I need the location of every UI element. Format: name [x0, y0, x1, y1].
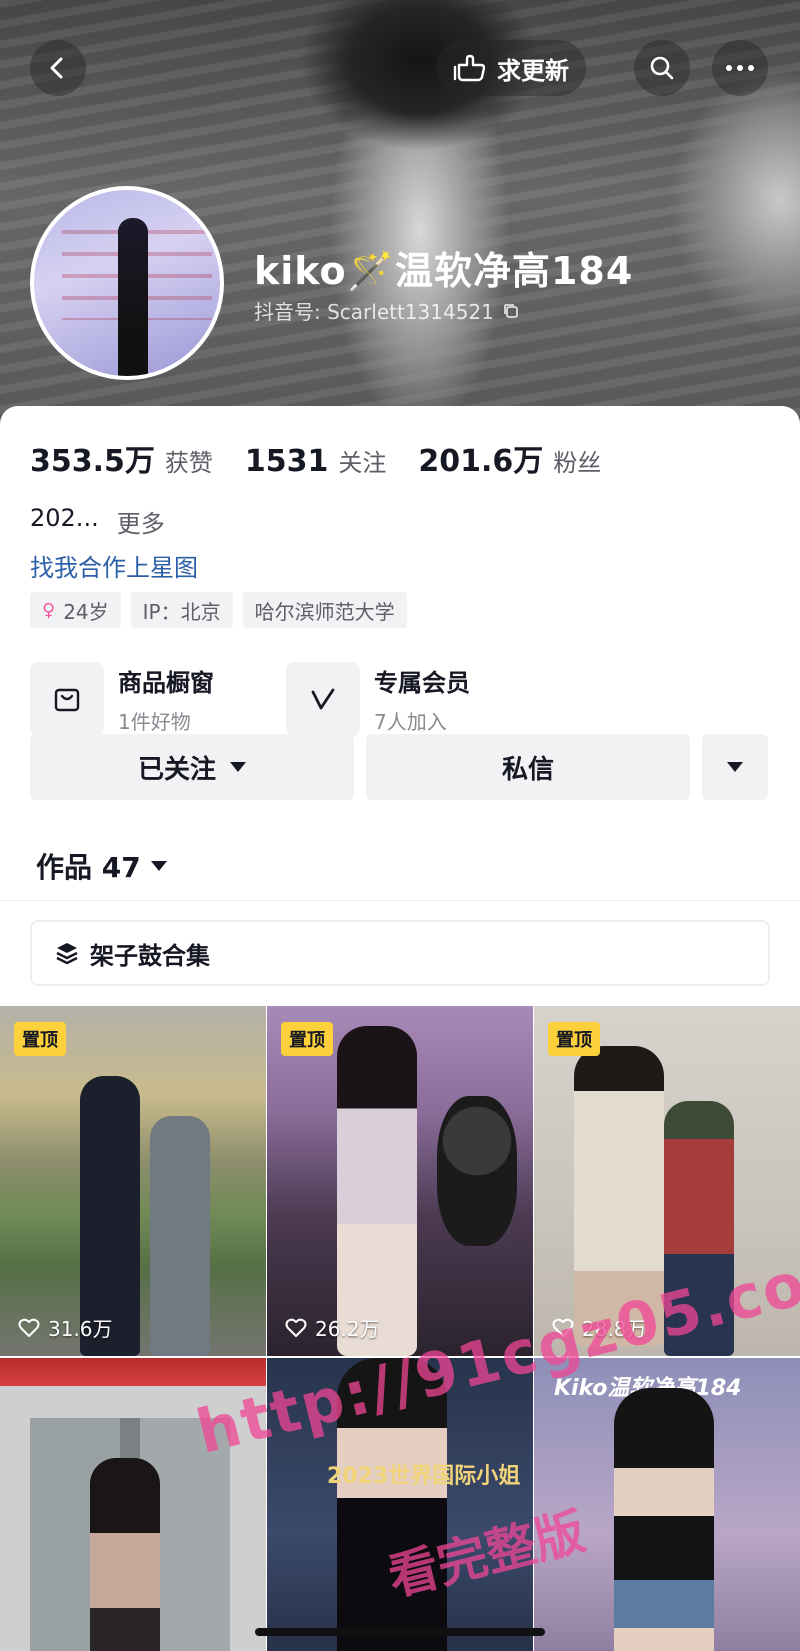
stats-row: 353.5万 获赞 1531 关注 201.6万 粉丝	[30, 436, 633, 480]
stat-followers-value: 201.6万	[418, 444, 544, 479]
search-icon	[650, 56, 674, 80]
more-icon	[726, 65, 754, 71]
thumbnail-figure	[150, 1116, 210, 1356]
works-tab[interactable]: 作品 47	[36, 846, 167, 886]
finger-point-icon	[453, 54, 486, 82]
copy-icon[interactable]	[502, 302, 520, 320]
shop-window-text: 商品橱窗 1件好物	[118, 663, 214, 735]
bio-text: 202...	[30, 504, 99, 532]
shop-window-sub: 1件好物	[118, 710, 191, 734]
back-button[interactable]	[30, 40, 86, 96]
pinned-badge: 置顶	[14, 1022, 66, 1056]
action-buttons: 已关注 私信	[30, 734, 768, 800]
collection-entry[interactable]: 架子鼓合集	[30, 920, 770, 986]
shop-window-entry[interactable]: 商品橱窗 1件好物	[30, 662, 286, 736]
avatar-figure	[118, 218, 148, 376]
caret-down-icon	[230, 762, 246, 772]
ip-tag: IP：北京	[130, 592, 233, 628]
profile-page: 求更新 kiko🪄温软净高184 抖音号: Scarlett1314521 35…	[0, 0, 800, 1651]
video-tile[interactable]: 置顶 31.6万	[0, 1006, 266, 1356]
message-label: 私信	[501, 754, 554, 785]
more-button[interactable]	[712, 40, 768, 96]
v-badge-icon	[286, 662, 360, 736]
thumbnail-caption: 2023世界国际小姐	[327, 1464, 521, 1489]
female-icon: ♀	[42, 599, 56, 621]
shop-window-title: 商品橱窗	[118, 669, 214, 697]
back-icon	[50, 57, 63, 79]
shopping-bag-icon	[30, 662, 104, 736]
profile-tags: ♀ 24岁 IP：北京 哈尔滨师范大学	[30, 592, 407, 628]
stat-likes-label: 获赞	[164, 449, 213, 477]
video-likes: 31.6万	[18, 1313, 113, 1342]
avatar[interactable]	[30, 186, 224, 380]
douyin-id[interactable]: 抖音号: Scarlett1314521	[254, 296, 520, 325]
collection-label: 架子鼓合集	[90, 941, 210, 970]
heart-icon	[285, 1318, 307, 1337]
message-button[interactable]: 私信	[366, 734, 690, 800]
thumbnail-drum	[437, 1096, 517, 1246]
age-tag: ♀ 24岁	[30, 592, 121, 628]
thumbnail-figure	[614, 1388, 714, 1651]
age-text: 24岁	[63, 599, 109, 624]
heart-icon	[18, 1318, 40, 1337]
works-label: 作品 47	[36, 851, 141, 884]
profile-card: 353.5万 获赞 1531 关注 201.6万 粉丝 202... 更多 找我…	[0, 406, 800, 1651]
school-tag[interactable]: 哈尔滨师范大学	[242, 592, 407, 628]
layers-icon	[56, 943, 78, 965]
search-button[interactable]	[634, 40, 690, 96]
caret-down-icon	[150, 861, 167, 871]
followed-label: 已关注	[137, 754, 216, 785]
stat-likes-value: 353.5万	[30, 444, 155, 479]
more-actions-button[interactable]	[702, 734, 768, 800]
video-likes-count: 26.2万	[315, 1317, 380, 1341]
thumbnail-figure	[337, 1026, 417, 1356]
request-update-button[interactable]: 求更新	[436, 40, 586, 96]
profile-name: kiko🪄温软净高184	[254, 249, 634, 293]
membership-title: 专属会员	[374, 669, 470, 697]
stat-followers[interactable]: 201.6万 粉丝	[418, 436, 601, 480]
feature-entries: 商品橱窗 1件好物 专属会员 7人加入	[30, 662, 542, 736]
pinned-badge: 置顶	[281, 1022, 333, 1056]
profile-banner: 求更新 kiko🪄温软净高184 抖音号: Scarlett1314521	[0, 0, 800, 430]
home-indicator[interactable]	[255, 1628, 545, 1636]
membership-entry[interactable]: 专属会员 7人加入	[286, 662, 542, 736]
bio-more-link[interactable]: 更多	[117, 504, 165, 539]
stat-following-label: 关注	[338, 449, 387, 477]
request-update-label: 求更新	[497, 56, 569, 85]
video-likes: 26.2万	[285, 1313, 380, 1342]
stat-followers-label: 粉丝	[553, 449, 602, 477]
video-likes-count: 31.6万	[48, 1317, 113, 1341]
cooperation-link[interactable]: 找我合作上星图	[30, 548, 198, 583]
stat-likes[interactable]: 353.5万 获赞	[30, 436, 213, 480]
membership-text: 专属会员 7人加入	[374, 663, 470, 735]
video-tile[interactable]: 置顶 26.2万	[267, 1006, 533, 1356]
pinned-badge: 置顶	[548, 1022, 600, 1056]
stat-following-value: 1531	[244, 444, 329, 479]
followed-button[interactable]: 已关注	[30, 734, 354, 800]
thumbnail-figure	[90, 1458, 160, 1651]
stat-following[interactable]: 1531 关注	[245, 443, 387, 479]
membership-sub: 7人加入	[374, 710, 447, 734]
divider	[0, 900, 800, 901]
bio: 202... 更多	[30, 504, 165, 539]
douyin-id-text: 抖音号: Scarlett1314521	[254, 300, 494, 324]
caret-down-icon	[727, 762, 743, 772]
